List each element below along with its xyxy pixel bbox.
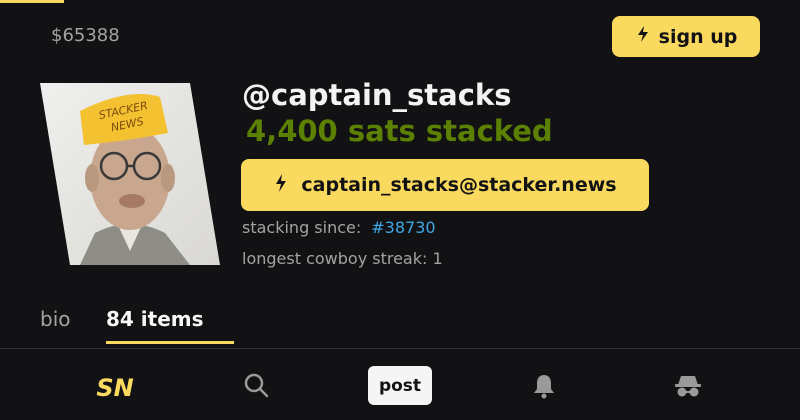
- tab-items[interactable]: 84 items: [106, 307, 204, 331]
- stacking-since: stacking since: #38730: [242, 218, 436, 237]
- lightning-icon: [273, 173, 289, 198]
- lightning-address-button[interactable]: captain_stacks@stacker.news: [241, 159, 649, 211]
- nav-divider: [0, 348, 800, 349]
- btc-price[interactable]: $65388: [51, 25, 120, 46]
- signup-label: sign up: [658, 25, 738, 48]
- sn-logo-text: SN: [96, 374, 133, 402]
- incognito-icon[interactable]: [672, 372, 704, 400]
- signup-button[interactable]: sign up: [612, 16, 760, 57]
- cowboy-streak: longest cowboy streak: 1: [242, 249, 443, 268]
- sats-stacked: 4,400 sats stacked: [246, 114, 553, 148]
- search-icon[interactable]: [242, 371, 270, 399]
- post-button[interactable]: post: [368, 366, 432, 405]
- bell-icon[interactable]: [531, 372, 557, 400]
- lightning-address-label: captain_stacks@stacker.news: [301, 174, 617, 196]
- lightning-icon: [635, 25, 651, 48]
- profile-username: @captain_stacks: [242, 78, 512, 112]
- top-accent-bar: [0, 0, 64, 3]
- tab-bio[interactable]: bio: [40, 307, 71, 331]
- stacking-since-label: stacking since:: [242, 218, 362, 237]
- stacking-since-link[interactable]: #38730: [371, 218, 435, 237]
- sn-logo-icon[interactable]: SN: [92, 366, 138, 406]
- avatar: STACKER NEWS: [40, 83, 220, 265]
- active-tab-indicator: [106, 341, 234, 344]
